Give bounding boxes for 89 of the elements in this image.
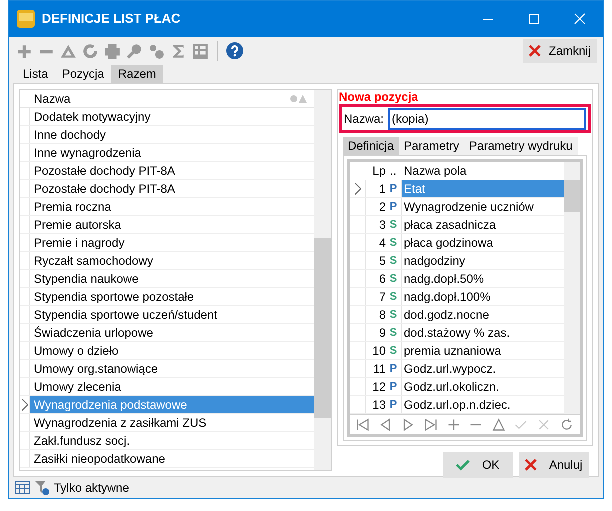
table-cell-text: 4	[378, 235, 386, 252]
form-title: Nowa pozycja	[339, 91, 420, 104]
list-item[interactable]: Ryczałt samochodowy	[30, 252, 314, 270]
list-item[interactable]: Świadczenia urlopowe	[30, 324, 314, 342]
list-item[interactable]: Umowy o dzieło	[30, 342, 314, 360]
table-cell-text: 13	[372, 397, 386, 414]
table-cell-text: 8	[378, 307, 386, 324]
filter-settings-icon[interactable]	[34, 480, 50, 496]
table-cell[interactable]: nadg.dopł.100%	[402, 288, 564, 306]
table-cell[interactable]: Godz.url.wypocz.	[402, 360, 564, 378]
tab[interactable]: Parametry	[399, 137, 464, 156]
sort-icons	[290, 94, 308, 103]
table-cell-text: 3	[378, 217, 386, 234]
scrollbar[interactable]	[564, 162, 580, 414]
list-item[interactable]: Zakł.fundusz socj.	[30, 432, 314, 450]
table-cell-text: 11	[372, 361, 386, 378]
plus-icon[interactable]	[446, 418, 461, 432]
list-item[interactable]: Premie i nagrody	[30, 234, 314, 252]
name-field[interactable]: (kopia)	[388, 108, 586, 130]
help-icon[interactable]	[226, 42, 244, 60]
refresh-icon[interactable]	[560, 418, 574, 432]
tab[interactable]: Razem	[111, 65, 164, 84]
check-icon	[456, 459, 470, 472]
cancel-button[interactable]: Anuluj	[519, 452, 589, 478]
first-icon[interactable]	[356, 418, 370, 432]
table-cell-text: 1	[378, 181, 386, 198]
list-item[interactable]: Dodatek motywacyjny	[30, 108, 314, 126]
list-item[interactable]: Umowy zlecenia	[30, 378, 314, 396]
list-item[interactable]: Umowy org.stanowiące	[30, 360, 314, 378]
window-title: DEFINICJE LIST PŁAC	[42, 10, 181, 28]
list-item[interactable]: Wynagrodzenia z zasiłkami ZUS	[30, 414, 314, 432]
scrollbar[interactable]	[314, 90, 331, 470]
column-header[interactable]: ..	[386, 162, 402, 180]
table-icon[interactable]	[15, 481, 30, 494]
table-cell-text: 2	[378, 199, 386, 216]
cross-icon	[528, 45, 541, 58]
list-item[interactable]: Inne dochody	[30, 126, 314, 144]
maximize-icon[interactable]	[527, 12, 541, 26]
next-icon[interactable]	[401, 418, 416, 432]
list-item[interactable]: Stypendia sportowe uczeń/student	[30, 306, 314, 324]
name-label: Nazwa:	[344, 110, 384, 128]
tab[interactable]: Definicja	[343, 137, 400, 156]
table-cell-text: 12	[372, 379, 386, 396]
row-pointer-icon	[354, 182, 360, 195]
row-pointer-icon	[22, 398, 28, 411]
triangle-icon[interactable]	[492, 418, 506, 432]
list-item[interactable]: Stypendia naukowe	[30, 270, 314, 288]
table-cell[interactable]: nadgodziny	[402, 252, 564, 270]
last-icon[interactable]	[424, 418, 438, 432]
list-item[interactable]: Stypendia sportowe pozostałe	[30, 288, 314, 306]
table-cell-text: 7	[378, 289, 386, 306]
table-cell[interactable]: dod.godz.nocne	[402, 306, 564, 324]
table-cell-text: 10	[372, 343, 386, 360]
tab[interactable]: Pozycja	[55, 65, 112, 84]
app-logo-icon	[16, 9, 36, 29]
table-cell-text: 6	[378, 271, 386, 288]
close-button[interactable]: Zamknij	[523, 39, 597, 64]
table-cell[interactable]: Godz.url.op.n.dziec.	[402, 396, 564, 414]
table-cell[interactable]: dod.stażowy % zas.	[402, 324, 564, 342]
list-item[interactable]: Premie autorska	[30, 216, 314, 234]
table-icon[interactable]	[192, 42, 209, 60]
table-cell-text: 9	[378, 325, 386, 342]
table-cell[interactable]: Godz.url.okoliczn.	[402, 378, 564, 396]
table-cell[interactable]: płaca zasadnicza	[402, 216, 564, 234]
column-header[interactable]: Lp	[366, 162, 386, 180]
triangle-icon[interactable]	[60, 42, 77, 60]
magnifier-icon[interactable]	[126, 42, 143, 60]
ok-button[interactable]: OK	[443, 452, 513, 478]
table-cell-text: 5	[378, 253, 386, 270]
sigma-icon[interactable]	[170, 42, 187, 60]
list-item[interactable]: Inne wynagrodzenia	[30, 144, 314, 162]
table-cell[interactable]: nadg.dopł.50%	[402, 270, 564, 288]
column-header[interactable]: Nazwa pola	[402, 162, 467, 180]
list-item[interactable]: Zasiłki nieopodatkowane	[30, 450, 314, 468]
refresh-icon[interactable]	[82, 42, 99, 60]
column-header[interactable]: Nazwa	[20, 90, 314, 108]
cross-icon	[525, 459, 538, 472]
plus-icon[interactable]	[16, 42, 33, 60]
previous-icon[interactable]	[378, 418, 393, 432]
status-text: Tylko aktywne	[54, 480, 130, 497]
table-cell[interactable]: premia uznaniowa	[402, 342, 564, 360]
table-cell[interactable]: płaca godzinowa	[402, 234, 564, 252]
close-icon[interactable]	[573, 12, 587, 26]
list-item[interactable]: Pozostałe dochody PIT-8A	[30, 180, 314, 198]
tab[interactable]: Parametry wydruku	[464, 137, 578, 156]
list-item[interactable]: Pozostałe dochody PIT-8A	[30, 162, 314, 180]
table-cell[interactable]: Wynagrodzenie uczniów	[402, 198, 564, 216]
tab[interactable]: Lista	[16, 65, 56, 84]
list-item[interactable]: Premia roczna	[30, 198, 314, 216]
